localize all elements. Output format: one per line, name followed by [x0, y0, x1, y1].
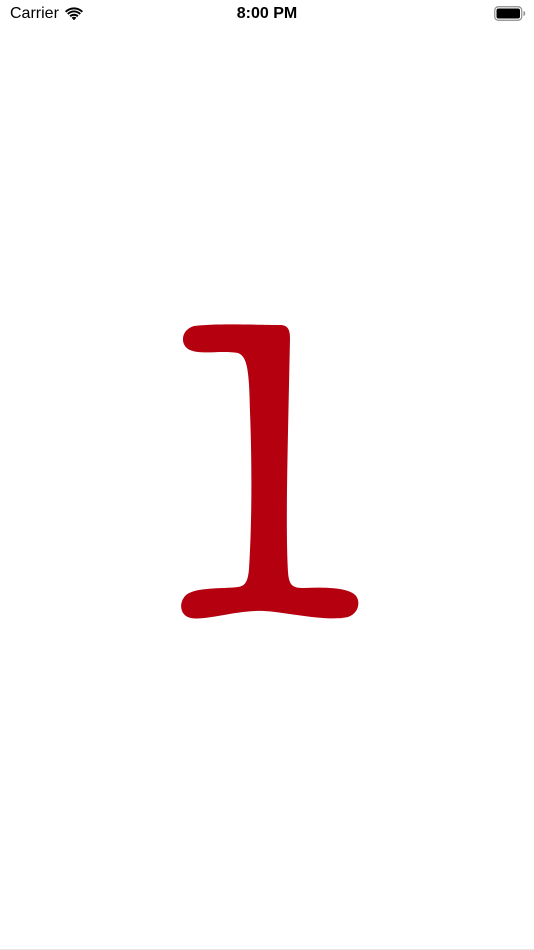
content-area	[0, 0, 534, 950]
app-screen: Carrier 8:00 PM	[0, 0, 534, 950]
digit-one-glyph	[181, 324, 359, 619]
